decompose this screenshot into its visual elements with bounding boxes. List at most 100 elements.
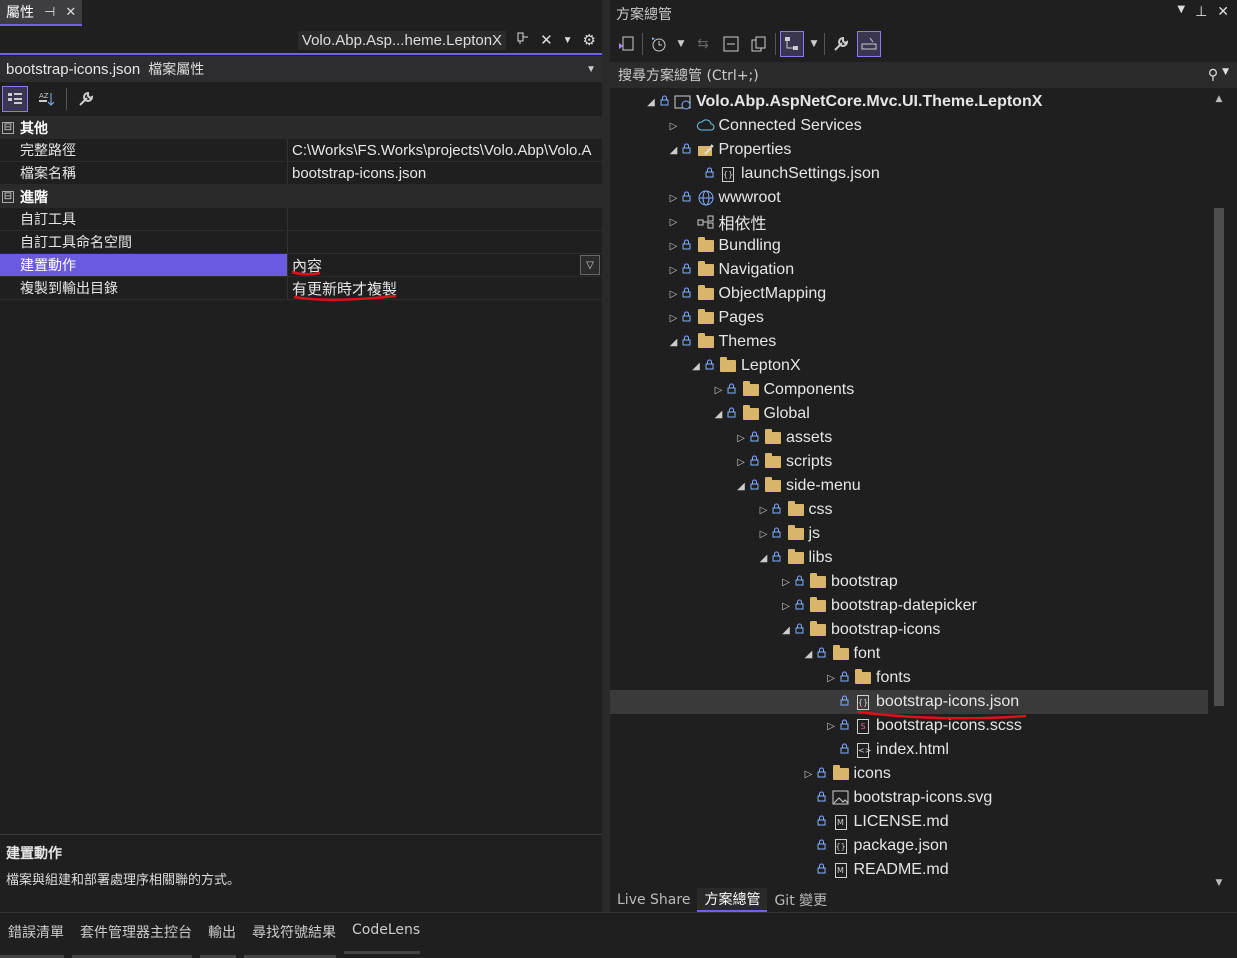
tree-node[interactable]: ▷ css (610, 498, 1208, 522)
expand-arrow-icon[interactable]: ▷ (734, 433, 748, 444)
tree-node[interactable]: ▷ Components (610, 378, 1208, 402)
category-header[interactable]: ⊟ 進階 (0, 185, 602, 208)
property-row[interactable]: 自訂工具 (0, 208, 602, 231)
tree-node[interactable]: M README.md (610, 858, 1208, 882)
category-header[interactable]: ⊟ 其他 (0, 116, 602, 139)
collapse-all-icon[interactable] (719, 31, 743, 57)
expand-arrow-icon[interactable]: ▷ (757, 505, 771, 516)
tree-node[interactable]: {} launchSettings.json (610, 162, 1208, 186)
tree-node[interactable]: ▷ icons (610, 762, 1208, 786)
collapse-arrow-icon[interactable]: ◢ (667, 145, 681, 156)
alphabetical-view-button[interactable]: AZ (34, 86, 60, 112)
tree-node[interactable]: ◢ libs (610, 546, 1208, 570)
expand-arrow-icon[interactable]: ▷ (667, 121, 681, 132)
preview-selected-items-icon[interactable] (857, 31, 881, 57)
pin-tab-icon[interactable] (516, 31, 530, 49)
tree-node[interactable]: ▷ wwwroot (610, 186, 1208, 210)
categorized-view-button[interactable] (2, 86, 28, 112)
scroll-thumb[interactable] (1214, 208, 1224, 706)
show-all-files-icon[interactable] (747, 31, 771, 57)
expand-arrow-icon[interactable]: ▷ (824, 721, 838, 732)
tree-node[interactable]: ▷ scripts (610, 450, 1208, 474)
expand-arrow-icon[interactable]: ▷ (667, 241, 681, 252)
tab-0[interactable]: Live Share (610, 888, 697, 912)
property-pages-wrench-icon[interactable] (73, 86, 99, 112)
tool-tab-2[interactable]: 輸出 (200, 922, 244, 958)
switch-views-icon[interactable] (614, 31, 638, 57)
tree-node[interactable]: {} bootstrap-icons.json (610, 690, 1208, 714)
property-value[interactable] (288, 208, 602, 230)
tab-2[interactable]: Git 變更 (767, 888, 834, 912)
property-row[interactable]: 複製到輸出目錄 有更新時才複製 (0, 277, 602, 300)
collapse-arrow-icon[interactable]: ◢ (644, 97, 658, 108)
tree-node[interactable]: ◢ Themes (610, 330, 1208, 354)
dropdown-arrow-icon[interactable]: ▼ (808, 31, 820, 57)
tree-node[interactable]: ▷ Sbootstrap-icons.scss (610, 714, 1208, 738)
properties-wrench-icon[interactable] (829, 31, 853, 57)
chevron-down-icon[interactable]: ▼ (586, 64, 596, 75)
property-value[interactable]: 內容 ▽ (288, 254, 602, 276)
tool-tab-4[interactable]: CodeLens (344, 922, 428, 954)
document-context-name[interactable]: Volo.Abp.Asp...heme.LeptonX (297, 30, 507, 50)
tree-node[interactable]: ◢ Volo.Abp.AspNetCore.Mvc.UI.Theme.Lepton… (610, 90, 1208, 114)
window-menu-icon[interactable]: ▼ (1177, 4, 1185, 20)
tree-node[interactable]: ▷ Connected Services (610, 114, 1208, 138)
chevron-down-icon[interactable]: ▽ (580, 255, 600, 275)
tree-node[interactable]: ▷ js (610, 522, 1208, 546)
scroll-up-icon[interactable]: ▲ (1212, 94, 1226, 104)
solution-search-box[interactable]: 搜尋方案總管 (Ctrl+;) ⚲ ▼ (610, 62, 1237, 88)
tree-node[interactable]: ▷ ObjectMapping (610, 282, 1208, 306)
panel-splitter[interactable] (602, 0, 610, 912)
tree-node[interactable]: ◢ Properties (610, 138, 1208, 162)
view-class-diagram-icon[interactable] (780, 31, 804, 57)
tab-1[interactable]: 方案總管 (697, 888, 768, 912)
scroll-down-icon[interactable]: ▼ (1212, 878, 1226, 888)
tree-node[interactable]: {} package.json (610, 834, 1208, 858)
tree-node[interactable]: ▷ bootstrap-datepicker (610, 594, 1208, 618)
collapse-arrow-icon[interactable]: ◢ (689, 361, 703, 372)
pin-icon[interactable]: ⊣ (44, 5, 55, 20)
tree-node[interactable]: M LICENSE.md (610, 810, 1208, 834)
property-value[interactable]: 有更新時才複製 (288, 277, 602, 299)
close-document-icon[interactable]: ✕ (540, 31, 553, 49)
properties-tab[interactable]: 屬性 ⊣ ✕ (0, 0, 83, 26)
tree-node[interactable]: ◢ bootstrap-icons (610, 618, 1208, 642)
tree-node[interactable]: ◢ font (610, 642, 1208, 666)
dropdown-arrow-icon[interactable]: ▼ (675, 31, 687, 57)
expand-arrow-icon[interactable]: ▷ (802, 769, 816, 780)
collapse-arrow-icon[interactable]: ◢ (757, 553, 771, 564)
search-icon[interactable]: ⚲ (1208, 67, 1218, 83)
tree-node[interactable]: ▷ Navigation (610, 258, 1208, 282)
collapse-toggle-icon[interactable]: ⊟ (2, 190, 14, 203)
tree-node[interactable]: <> index.html (610, 738, 1208, 762)
property-value[interactable]: bootstrap-icons.json (288, 162, 602, 184)
expand-arrow-icon[interactable]: ▷ (757, 529, 771, 540)
collapse-arrow-icon[interactable]: ◢ (712, 409, 726, 420)
object-selector[interactable]: bootstrap-icons.json 檔案屬性 ▼ (0, 56, 602, 82)
tool-tab-1[interactable]: 套件管理器主控台 (72, 922, 200, 958)
tree-node[interactable]: ◢ side-menu (610, 474, 1208, 498)
property-row[interactable]: 檔案名稱 bootstrap-icons.json (0, 162, 602, 185)
tree-node[interactable]: ◢ LeptonX (610, 354, 1208, 378)
collapse-arrow-icon[interactable]: ◢ (734, 481, 748, 492)
tree-node[interactable]: bootstrap-icons.svg (610, 786, 1208, 810)
tool-tab-3[interactable]: 尋找符號結果 (244, 922, 344, 958)
property-row[interactable]: 自訂工具命名空間 (0, 231, 602, 254)
property-row[interactable]: 完整路徑 C:\Works\FS.Works\projects\Volo.Abp\… (0, 139, 602, 162)
tree-node[interactable]: ▷ fonts (610, 666, 1208, 690)
collapse-arrow-icon[interactable]: ◢ (667, 337, 681, 348)
tree-node[interactable]: ◢ Global (610, 402, 1208, 426)
property-value[interactable]: C:\Works\FS.Works\projects\Volo.Abp\Volo… (288, 139, 602, 161)
search-options-dropdown-icon[interactable]: ▼ (1222, 67, 1229, 83)
close-icon[interactable]: ✕ (1217, 4, 1229, 20)
property-value[interactable] (288, 231, 602, 253)
pending-changes-filter-icon[interactable] (647, 31, 671, 57)
dropdown-arrow-icon[interactable]: ▼ (563, 35, 573, 46)
expand-arrow-icon[interactable]: ▷ (712, 385, 726, 396)
expand-arrow-icon[interactable]: ▷ (667, 193, 681, 204)
tree-node[interactable]: ▷ bootstrap (610, 570, 1208, 594)
collapse-arrow-icon[interactable]: ◢ (802, 649, 816, 660)
tree-node[interactable]: ▷ Pages (610, 306, 1208, 330)
tree-node[interactable]: ▷ 相依性 (610, 210, 1208, 234)
expand-arrow-icon[interactable]: ▷ (779, 577, 793, 588)
